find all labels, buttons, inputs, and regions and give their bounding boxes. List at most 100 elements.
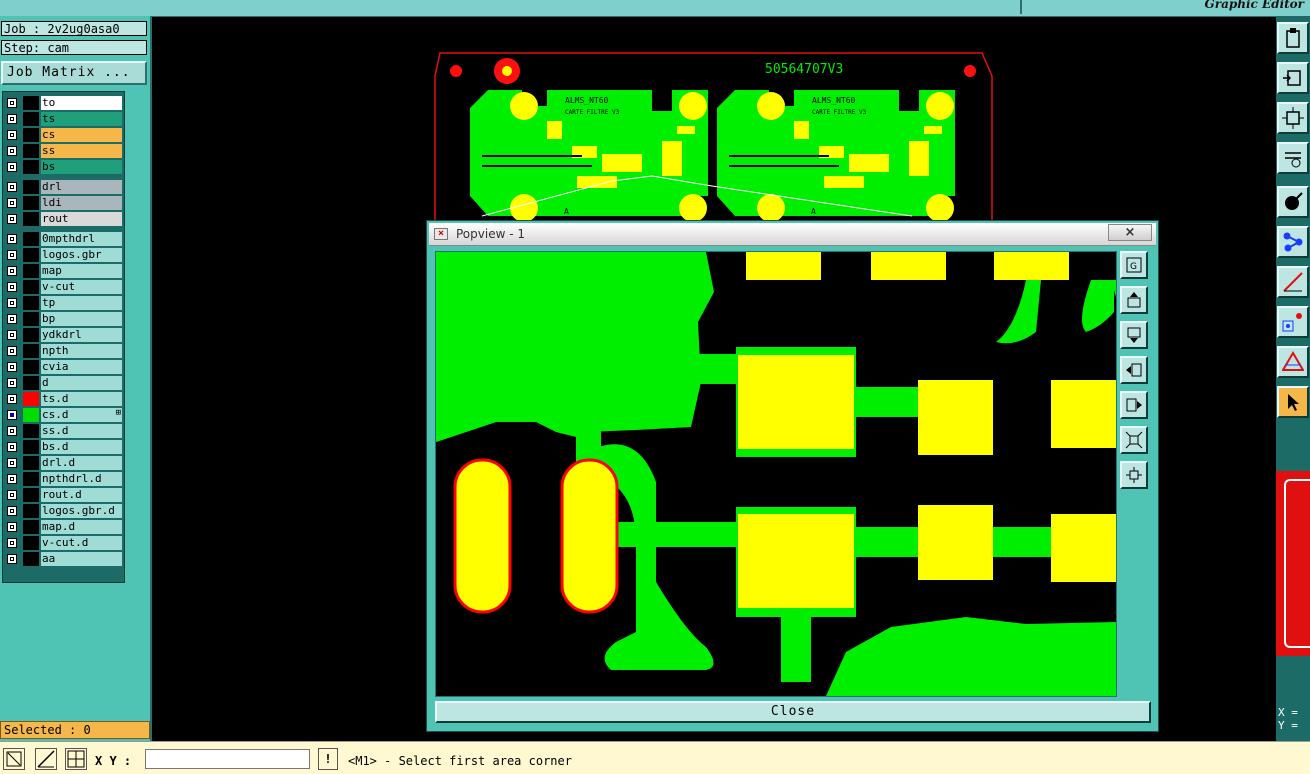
layer-color-swatch[interactable] — [23, 408, 39, 422]
layer-name[interactable]: bp — [41, 312, 122, 326]
layer-name[interactable]: logos.gbr — [41, 248, 122, 262]
layer-checkbox[interactable] — [7, 410, 17, 420]
layer-row-aa[interactable]: aa — [5, 552, 122, 566]
pad-tool-icon[interactable] — [1277, 186, 1309, 218]
layer-row-map[interactable]: map — [5, 264, 122, 278]
xy-input[interactable] — [145, 749, 310, 769]
layer-row-ss-d[interactable]: ss.d — [5, 424, 122, 438]
layer-color-swatch[interactable] — [23, 112, 39, 126]
pan-up-button[interactable] — [1120, 286, 1148, 314]
layer-checkbox[interactable] — [7, 114, 17, 124]
layer-name[interactable]: rout — [41, 212, 122, 226]
layer-checkbox[interactable] — [7, 234, 17, 244]
layer-checkbox[interactable] — [7, 330, 17, 340]
shape-tool-icon[interactable] — [1277, 306, 1309, 338]
layer-name[interactable]: d — [41, 376, 122, 390]
layer-name[interactable]: ss — [41, 144, 122, 158]
layer-color-swatch[interactable] — [23, 180, 39, 194]
zoom-in-button[interactable] — [1120, 461, 1148, 489]
layer-color-swatch[interactable] — [23, 520, 39, 534]
layer-color-swatch[interactable] — [23, 488, 39, 502]
layer-name[interactable]: to — [41, 96, 122, 110]
layer-row-ts-d[interactable]: ts.d — [5, 392, 122, 406]
layer-row-bs[interactable]: bs — [5, 160, 122, 174]
layer-name[interactable]: drl — [41, 180, 122, 194]
layer-name[interactable]: aa — [41, 552, 122, 566]
layer-checkbox[interactable] — [7, 538, 17, 548]
layer-row-map-d[interactable]: map.d — [5, 520, 122, 534]
layer-name[interactable]: 0mpthdrl — [41, 232, 122, 246]
layer-color-swatch[interactable] — [23, 472, 39, 486]
fit-icon[interactable] — [1277, 102, 1309, 134]
layer-row-v-cut-d[interactable]: v-cut.d — [5, 536, 122, 550]
layer-row-bs-d[interactable]: bs.d — [5, 440, 122, 454]
layer-name[interactable]: tp — [41, 296, 122, 310]
layer-name[interactable]: drl.d — [41, 456, 122, 470]
layer-name[interactable]: ss.d — [41, 424, 122, 438]
layer-color-swatch[interactable] — [23, 328, 39, 342]
layer-row-npth[interactable]: npth — [5, 344, 122, 358]
pan-right-button[interactable] — [1120, 391, 1148, 419]
layer-row-d[interactable]: d — [5, 376, 122, 390]
layer-checkbox[interactable] — [7, 198, 17, 208]
layer-name[interactable]: rout.d — [41, 488, 122, 502]
layer-checkbox[interactable] — [7, 506, 17, 516]
pan-down-button[interactable] — [1120, 321, 1148, 349]
layer-name[interactable]: map — [41, 264, 122, 278]
layer-color-swatch[interactable] — [23, 456, 39, 470]
layer-color-swatch[interactable] — [23, 360, 39, 374]
line-tool-icon[interactable] — [1277, 266, 1309, 298]
layer-color-swatch[interactable] — [23, 440, 39, 454]
measure-tool-icon[interactable] — [1277, 346, 1309, 378]
layer-color-swatch[interactable] — [23, 248, 39, 262]
layer-color-swatch[interactable] — [23, 376, 39, 390]
layer-color-swatch[interactable] — [23, 196, 39, 210]
layer-color-swatch[interactable] — [23, 504, 39, 518]
layer-row-cs-d[interactable]: cs.d ⊞ — [5, 408, 122, 422]
layer-color-swatch[interactable] — [23, 552, 39, 566]
measure-icon[interactable] — [35, 748, 57, 770]
layer-checkbox[interactable] — [7, 378, 17, 388]
layer-checkbox[interactable] — [7, 266, 17, 276]
layer-color-swatch[interactable] — [23, 392, 39, 406]
layer-checkbox[interactable] — [7, 346, 17, 356]
layer-name[interactable]: v-cut — [41, 280, 122, 294]
layer-name[interactable]: bs.d — [41, 440, 122, 454]
layer-row-ldi[interactable]: ldi — [5, 196, 122, 210]
layer-name[interactable]: npthdrl.d — [41, 472, 122, 486]
layer-color-swatch[interactable] — [23, 296, 39, 310]
zoom-out-button[interactable] — [1120, 426, 1148, 454]
layer-checkbox[interactable] — [7, 130, 17, 140]
layer-color-swatch[interactable] — [23, 280, 39, 294]
settings-icon[interactable] — [1277, 142, 1309, 174]
pan-left-button[interactable] — [1120, 356, 1148, 384]
layer-color-swatch[interactable] — [23, 160, 39, 174]
grid-icon[interactable] — [65, 748, 87, 770]
job-matrix-button[interactable]: Job Matrix ... — [1, 61, 147, 85]
layer-checkbox[interactable] — [7, 554, 17, 564]
select-pointer-icon[interactable] — [1277, 386, 1309, 418]
layer-name[interactable]: ydkdrl — [41, 328, 122, 342]
layer-row-v-cut[interactable]: v-cut — [5, 280, 122, 294]
layer-row-ydkdrl[interactable]: ydkdrl — [5, 328, 122, 342]
layer-name[interactable]: cs — [41, 128, 122, 142]
layer-in-icon[interactable] — [1277, 62, 1309, 94]
layer-row-cvia[interactable]: cvia — [5, 360, 122, 374]
layer-name[interactable]: ts — [41, 112, 122, 126]
layer-checkbox[interactable] — [7, 298, 17, 308]
layer-checkbox[interactable] — [7, 458, 17, 468]
layer-color-swatch[interactable] — [23, 144, 39, 158]
layer-checkbox[interactable] — [7, 314, 17, 324]
layer-checkbox[interactable] — [7, 490, 17, 500]
layer-row-bp[interactable]: bp — [5, 312, 122, 326]
layer-row-to[interactable]: to — [5, 96, 122, 110]
layer-checkbox[interactable] — [7, 426, 17, 436]
layer-row-tp[interactable]: tp — [5, 296, 122, 310]
layer-row-drl[interactable]: drl — [5, 180, 122, 194]
popview-zoom-canvas[interactable] — [435, 251, 1117, 697]
layer-color-swatch[interactable] — [23, 212, 39, 226]
layer-name[interactable]: cs.d — [41, 408, 122, 422]
layer-name[interactable]: map.d — [41, 520, 122, 534]
layer-checkbox[interactable] — [7, 182, 17, 192]
clipboard-icon[interactable] — [1277, 22, 1309, 54]
